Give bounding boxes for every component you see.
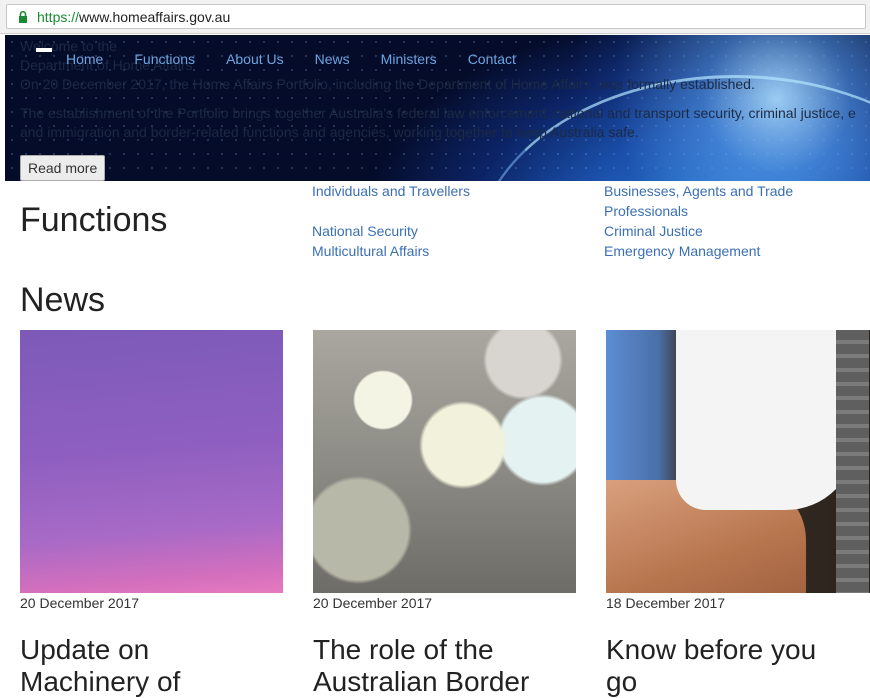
- url-scheme: https://: [37, 9, 80, 25]
- news-image[interactable]: [606, 330, 870, 593]
- news-title-line-2[interactable]: Machinery of: [20, 666, 283, 698]
- function-link-criminal-justice[interactable]: Criminal Justice: [604, 223, 703, 239]
- news-date: 20 December 2017: [313, 595, 433, 611]
- news-title[interactable]: Know before you go: [606, 634, 869, 698]
- nav-news[interactable]: News: [315, 51, 350, 67]
- nav-contact[interactable]: Contact: [468, 51, 516, 67]
- main-nav: Home Functions About Us News Ministers C…: [66, 51, 547, 67]
- lock-icon: [19, 11, 27, 23]
- news-image[interactable]: [313, 330, 576, 593]
- url-text[interactable]: https://www.homeaffairs.gov.au: [37, 9, 230, 25]
- browser-address-bar: https://www.homeaffairs.gov.au: [0, 0, 870, 34]
- news-image-sleeve: [676, 330, 856, 510]
- function-link-businesses-agents-trade[interactable]: Businesses, Agents and Trade: [604, 183, 793, 199]
- url-field[interactable]: https://www.homeaffairs.gov.au: [6, 4, 866, 29]
- news-title-line-1[interactable]: The role of the: [313, 634, 576, 666]
- nav-ministers[interactable]: Ministers: [381, 51, 437, 67]
- news-title-line-2[interactable]: Australian Border: [313, 666, 576, 698]
- function-link-national-security[interactable]: National Security: [312, 223, 418, 239]
- function-link-individuals-travellers[interactable]: Individuals and Travellers: [312, 183, 470, 199]
- news-title-line-1[interactable]: Know before you: [606, 634, 869, 666]
- news-date: 20 December 2017: [20, 595, 140, 611]
- function-link-multicultural-affairs[interactable]: Multicultural Affairs: [312, 243, 429, 259]
- menu-toggle-icon[interactable]: [36, 48, 52, 52]
- nav-home[interactable]: Home: [66, 51, 103, 67]
- hero-banner: Welcome to the Department of Home Affair…: [5, 35, 870, 181]
- news-card[interactable]: 18 December 2017 Know before you go: [606, 330, 870, 698]
- function-link-businesses-agents-trade-line-2[interactable]: Professionals: [604, 203, 688, 219]
- news-heading: News: [20, 281, 106, 319]
- hero-paragraph-2-line-2: and immigration and border-related funct…: [20, 124, 639, 140]
- news-title[interactable]: The role of the Australian Border: [313, 634, 576, 698]
- hero-paragraph-2-line-1: The establishment of the Portfolio bring…: [20, 105, 856, 121]
- nav-functions[interactable]: Functions: [134, 51, 195, 67]
- news-image-strap: [836, 330, 869, 593]
- news-card[interactable]: 20 December 2017 Update on Machinery of: [20, 330, 283, 698]
- news-title[interactable]: Update on Machinery of: [20, 634, 283, 698]
- news-image[interactable]: [20, 330, 283, 593]
- news-card[interactable]: 20 December 2017 The role of the Austral…: [313, 330, 576, 698]
- news-date: 18 December 2017: [606, 595, 726, 611]
- news-title-line-1[interactable]: Update on: [20, 634, 283, 666]
- nav-about-us[interactable]: About Us: [226, 51, 284, 67]
- functions-heading: Functions: [20, 201, 168, 239]
- news-title-line-2[interactable]: go: [606, 666, 869, 698]
- hero-paragraph-1: On 20 December 2017, the Home Affairs Po…: [20, 76, 755, 92]
- function-link-emergency-management[interactable]: Emergency Management: [604, 243, 760, 259]
- url-host: www.homeaffairs.gov.au: [79, 9, 231, 25]
- read-more-button[interactable]: Read more: [20, 155, 106, 181]
